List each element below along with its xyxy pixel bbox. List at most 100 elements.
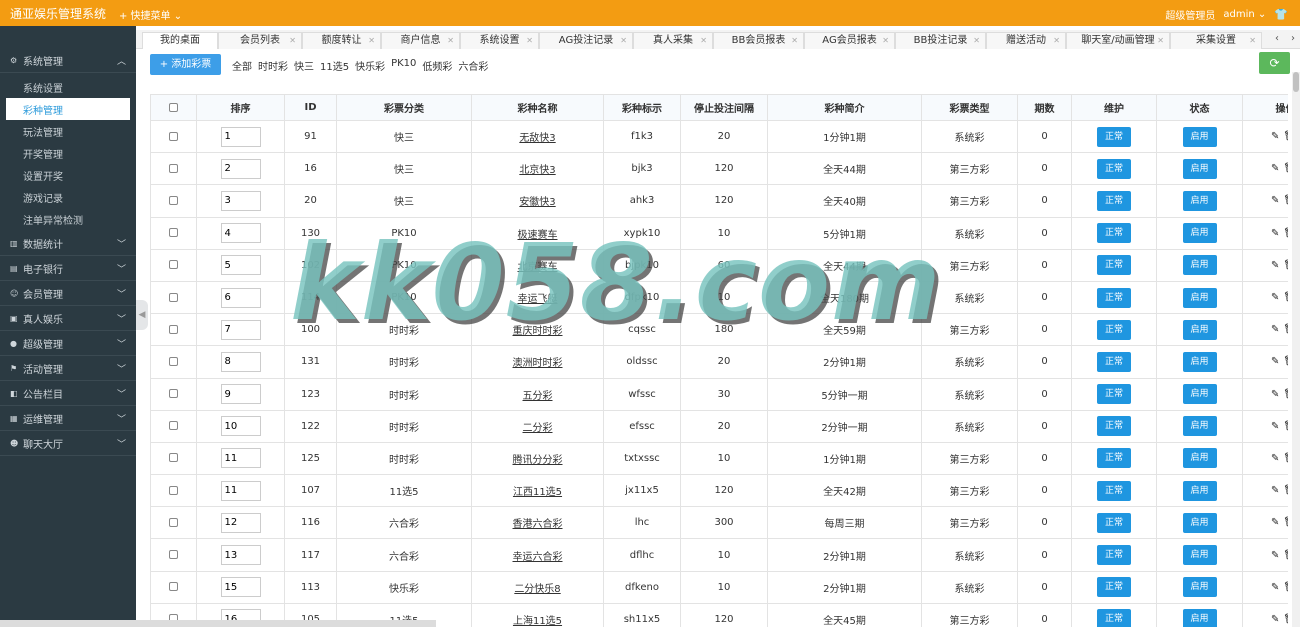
- order-input[interactable]: [220, 512, 261, 533]
- tab-ag-member-report[interactable]: AG会员报表 ✕: [804, 32, 895, 49]
- lottery-name-link[interactable]: 二分彩: [523, 423, 553, 434]
- enable-button[interactable]: 启用: [1182, 577, 1217, 598]
- tab-my-desktop[interactable]: 我的桌面: [142, 32, 218, 49]
- close-icon[interactable]: ✕: [1053, 33, 1060, 49]
- lottery-name-link[interactable]: 重庆时时彩: [513, 326, 563, 337]
- normal-status-button[interactable]: 正常: [1097, 512, 1131, 533]
- normal-status-button[interactable]: 正常: [1097, 158, 1131, 179]
- row-checkbox[interactable]: [169, 195, 178, 205]
- tab-credit-transfer[interactable]: 额度转让 ✕: [302, 32, 381, 49]
- row-checkbox-cell[interactable]: [150, 538, 197, 572]
- enable-button[interactable]: 启用: [1182, 351, 1217, 372]
- row-checkbox-cell[interactable]: [150, 345, 197, 379]
- normal-status-button[interactable]: 正常: [1097, 609, 1131, 627]
- tab-bb-bet-records[interactable]: BB投注记录 ✕: [895, 32, 986, 49]
- normal-status-button[interactable]: 正常: [1097, 351, 1131, 372]
- row-checkbox[interactable]: [169, 421, 178, 431]
- enable-button[interactable]: 启用: [1182, 416, 1217, 437]
- normal-status-button[interactable]: 正常: [1097, 287, 1131, 308]
- sidebar-group-live[interactable]: ▣ 真人娱乐 ﹀: [0, 306, 136, 331]
- close-icon[interactable]: ✕: [882, 33, 889, 49]
- trash-icon[interactable]: 🗑: [1283, 614, 1288, 625]
- trash-icon[interactable]: 🗑: [1283, 356, 1288, 367]
- trash-icon[interactable]: 🗑: [1283, 485, 1288, 496]
- normal-status-button[interactable]: 正常: [1097, 480, 1131, 501]
- trash-icon[interactable]: 🗑: [1283, 550, 1288, 561]
- edit-icon[interactable]: ✎: [1271, 356, 1283, 367]
- filter-keno[interactable]: 快乐彩: [355, 58, 385, 73]
- close-icon[interactable]: ✕: [368, 33, 375, 49]
- select-all-checkbox-cell[interactable]: [150, 94, 197, 121]
- sidebar-item-bet-anomaly[interactable]: 注单异常检测: [6, 208, 130, 230]
- edit-icon[interactable]: ✎: [1271, 389, 1283, 400]
- edit-icon[interactable]: ✎: [1271, 131, 1283, 142]
- row-checkbox[interactable]: [169, 517, 178, 527]
- normal-status-button[interactable]: 正常: [1097, 448, 1131, 469]
- close-icon[interactable]: ✕: [447, 33, 454, 49]
- row-checkbox[interactable]: [169, 324, 178, 334]
- sidebar-group-ops[interactable]: ▦ 运维管理 ﹀: [0, 406, 136, 431]
- tab-member-list[interactable]: 会员列表 ✕: [218, 32, 302, 49]
- order-input[interactable]: [220, 255, 261, 276]
- edit-icon[interactable]: ✎: [1271, 614, 1283, 625]
- lottery-name-link[interactable]: 澳洲时时彩: [513, 358, 563, 369]
- filter-11x5[interactable]: 11选5: [320, 58, 349, 73]
- lottery-name-link[interactable]: 上海11选5: [513, 616, 562, 627]
- trash-icon[interactable]: 🗑: [1283, 131, 1288, 142]
- sidebar-group-statistics[interactable]: ▥ 数据统计 ﹀: [0, 231, 136, 256]
- normal-status-button[interactable]: 正常: [1097, 416, 1131, 437]
- edit-icon[interactable]: ✎: [1271, 195, 1283, 206]
- sidebar-group-system[interactable]: ⚙ 系统管理 ︿: [0, 48, 136, 73]
- trash-icon[interactable]: 🗑: [1283, 389, 1288, 400]
- sidebar-item-system-settings[interactable]: 系统设置: [6, 76, 130, 98]
- chevron-left-icon[interactable]: ‹: [1270, 33, 1284, 47]
- close-icon[interactable]: ✕: [791, 33, 798, 49]
- sidebar-item-play-management[interactable]: 玩法管理: [6, 120, 130, 142]
- row-checkbox-cell[interactable]: [150, 506, 197, 540]
- sidebar-group-chat[interactable]: ☻ 聊天大厅 ﹀: [0, 431, 136, 456]
- select-all-checkbox[interactable]: [169, 102, 178, 112]
- order-input[interactable]: [220, 577, 261, 598]
- edit-icon[interactable]: ✎: [1271, 550, 1283, 561]
- close-icon[interactable]: ✕: [526, 33, 533, 49]
- trash-icon[interactable]: 🗑: [1283, 582, 1288, 593]
- row-checkbox-cell[interactable]: [150, 248, 197, 282]
- enable-button[interactable]: 启用: [1182, 126, 1217, 147]
- trash-icon[interactable]: 🗑: [1283, 195, 1288, 206]
- enable-button[interactable]: 启用: [1182, 158, 1217, 179]
- order-input[interactable]: [220, 416, 261, 437]
- enable-button[interactable]: 启用: [1182, 448, 1217, 469]
- enable-button[interactable]: 启用: [1182, 255, 1217, 276]
- trash-icon[interactable]: 🗑: [1283, 421, 1288, 432]
- normal-status-button[interactable]: 正常: [1097, 384, 1131, 405]
- order-input[interactable]: [220, 126, 261, 147]
- filter-ssc[interactable]: 时时彩: [258, 58, 288, 73]
- scrollbar-thumb[interactable]: [1293, 72, 1299, 92]
- enable-button[interactable]: 启用: [1182, 319, 1217, 340]
- tab-ag-bet-records[interactable]: AG投注记录 ✕: [539, 32, 633, 49]
- lottery-name-link[interactable]: 二分快乐8: [514, 584, 560, 595]
- row-checkbox[interactable]: [169, 485, 178, 495]
- trash-icon[interactable]: 🗑: [1283, 163, 1288, 174]
- normal-status-button[interactable]: 正常: [1097, 190, 1131, 211]
- order-input[interactable]: [220, 319, 261, 340]
- enable-button[interactable]: 启用: [1182, 545, 1217, 566]
- add-lottery-button[interactable]: + 添加彩票: [150, 54, 221, 75]
- scrollbar[interactable]: [1292, 72, 1300, 627]
- tab-chatroom-animation[interactable]: 聊天室/动画管理 ✕: [1066, 32, 1170, 49]
- sidebar-group-members[interactable]: ☺ 会员管理 ﹀: [0, 281, 136, 306]
- order-input[interactable]: [220, 158, 261, 179]
- enable-button[interactable]: 启用: [1182, 190, 1217, 211]
- close-icon[interactable]: ✕: [700, 33, 707, 49]
- edit-icon[interactable]: ✎: [1271, 485, 1283, 496]
- enable-button[interactable]: 启用: [1182, 609, 1217, 627]
- enable-button[interactable]: 启用: [1182, 384, 1217, 405]
- row-checkbox-cell[interactable]: [150, 184, 197, 218]
- order-input[interactable]: [220, 545, 261, 566]
- order-input[interactable]: [220, 480, 261, 501]
- enable-button[interactable]: 启用: [1182, 287, 1217, 308]
- lottery-name-link[interactable]: 北京赛车: [518, 262, 558, 273]
- row-checkbox[interactable]: [169, 292, 178, 302]
- sidebar-collapse-handle[interactable]: ◀: [136, 300, 148, 330]
- order-input[interactable]: [220, 223, 261, 244]
